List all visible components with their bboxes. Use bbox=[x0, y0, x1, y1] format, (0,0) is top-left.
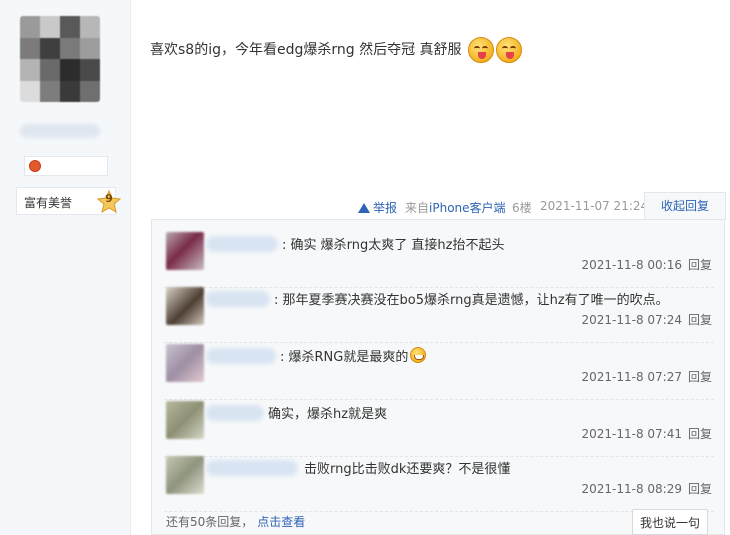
floor-number: 6楼 bbox=[512, 201, 532, 215]
reply-text: : 爆杀RNG就是最爽的 bbox=[280, 346, 427, 365]
report-button[interactable]: 举报 bbox=[358, 199, 397, 216]
reply-meta: 2021-11-8 07:24 回复 bbox=[581, 311, 712, 328]
reply-avatar[interactable] bbox=[166, 401, 204, 439]
reply-text: 确实，爆杀hz就是爽 bbox=[268, 407, 388, 422]
user-sidebar: 富有美誉 9 bbox=[0, 0, 131, 535]
post-meta-row: 举报 来自iPhone客户端 6楼 2021-11-07 21:24 收起回复 bbox=[150, 192, 726, 220]
source-prefix: 来自 bbox=[405, 201, 430, 215]
reply-text: 击败rng比击败dk还要爽？不是很懂 bbox=[304, 462, 511, 477]
more-replies: 还有50条回复， 点击查看 bbox=[166, 513, 305, 530]
reply-avatar[interactable] bbox=[166, 344, 204, 382]
reply-username-blurred[interactable] bbox=[206, 405, 264, 421]
list-item: 确实，爆杀hz就是爽 2021-11-8 07:41 回复 bbox=[164, 401, 714, 457]
reply-list: : 确实 爆杀rng太爽了 直接hz抬不起头 2021-11-8 00:16 回复… bbox=[151, 219, 725, 535]
reply-button[interactable]: 回复 bbox=[688, 258, 712, 272]
reply-avatar[interactable] bbox=[166, 456, 204, 494]
tongue-face-icon bbox=[496, 37, 522, 63]
reply-button[interactable]: 回复 bbox=[688, 482, 712, 496]
honor-badge[interactable]: 富有美誉 9 bbox=[16, 187, 121, 215]
reply-meta: 2021-11-8 07:41 回复 bbox=[581, 425, 712, 442]
tongue-face-icon bbox=[468, 37, 494, 63]
reply-text: : 确实 爆杀rng太爽了 直接hz抬不起头 bbox=[282, 238, 505, 253]
honor-badge-label: 富有美誉 bbox=[24, 196, 73, 210]
reply-time: 2021-11-8 07:24 bbox=[581, 313, 682, 327]
report-label: 举报 bbox=[373, 201, 398, 215]
reply-button[interactable]: 回复 bbox=[688, 427, 712, 441]
reply-time: 2021-11-8 08:29 bbox=[581, 482, 682, 496]
reply-avatar[interactable] bbox=[166, 287, 204, 325]
reply-meta: 2021-11-8 07:27 回复 bbox=[581, 368, 712, 385]
reply-meta: 2021-11-8 00:16 回复 bbox=[581, 256, 712, 273]
reply-time: 2021-11-8 07:41 bbox=[581, 427, 682, 441]
honor-badge-level: 9 bbox=[105, 192, 113, 205]
reply-username-blurred[interactable] bbox=[206, 236, 278, 252]
gamepad-level-icon bbox=[29, 160, 41, 172]
view-more-link[interactable]: 点击查看 bbox=[257, 515, 305, 529]
reply-text: : 那年夏季赛决赛没在bo5爆杀rng真是遗憾，让hz有了唯一的吹点。 bbox=[274, 293, 669, 308]
reply-avatar[interactable] bbox=[166, 232, 204, 270]
user-level-box[interactable] bbox=[24, 156, 108, 176]
user-avatar[interactable] bbox=[20, 16, 100, 102]
post-text: 喜欢s8的ig，今年看edg爆杀rng 然后夺冠 真舒服 bbox=[150, 42, 462, 58]
reply-time: 2021-11-8 07:27 bbox=[581, 370, 682, 384]
post-time: 2021-11-07 21:24 bbox=[540, 199, 649, 213]
more-replies-count: 还有50条回复， bbox=[166, 515, 254, 529]
reply-username-blurred[interactable] bbox=[206, 460, 298, 476]
post-source: 来自iPhone客户端 bbox=[405, 199, 506, 216]
list-item: : 确实 爆杀rng太爽了 直接hz抬不起头 2021-11-8 00:16 回复 bbox=[164, 232, 714, 288]
reply-time: 2021-11-8 00:16 bbox=[581, 258, 682, 272]
reply-text-content: : 爆杀RNG就是最爽的 bbox=[280, 350, 409, 365]
write-reply-button[interactable]: 我也说一句 bbox=[632, 509, 708, 535]
source-link[interactable]: iPhone客户端 bbox=[429, 201, 506, 215]
reply-button[interactable]: 回复 bbox=[688, 313, 712, 327]
warning-icon bbox=[358, 203, 370, 213]
reply-button[interactable]: 回复 bbox=[688, 370, 712, 384]
username-blurred[interactable] bbox=[20, 124, 100, 138]
reply-username-blurred[interactable] bbox=[206, 348, 276, 364]
list-item: : 爆杀RNG就是最爽的 2021-11-8 07:27 回复 bbox=[164, 344, 714, 400]
grin-face-icon bbox=[410, 347, 427, 363]
list-item: 击败rng比击败dk还要爽？不是很懂 2021-11-8 08:29 回复 bbox=[164, 456, 714, 512]
post-content: 喜欢s8的ig，今年看edg爆杀rng 然后夺冠 真舒服 bbox=[150, 37, 522, 63]
reply-meta: 2021-11-8 08:29 回复 bbox=[581, 480, 712, 497]
list-item: : 那年夏季赛决赛没在bo5爆杀rng真是遗憾，让hz有了唯一的吹点。 2021… bbox=[164, 287, 714, 343]
reply-username-blurred[interactable] bbox=[206, 291, 270, 307]
collapse-replies-button[interactable]: 收起回复 bbox=[644, 192, 726, 220]
